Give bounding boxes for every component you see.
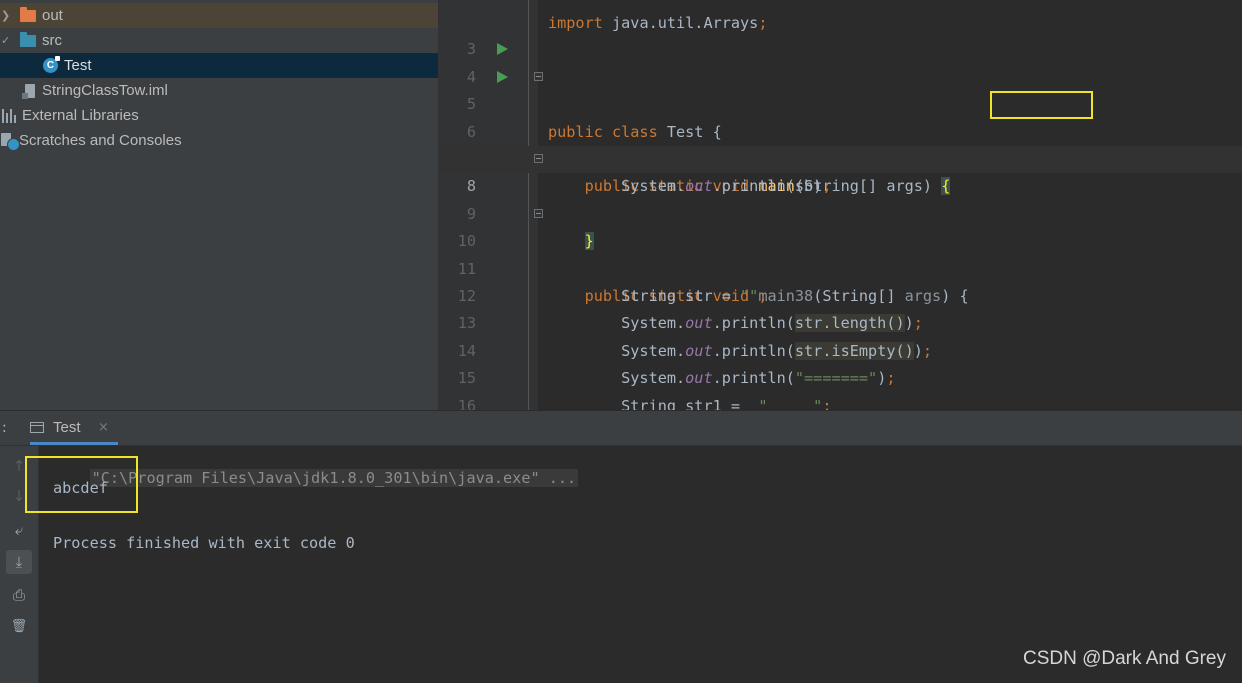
code-line[interactable]: 4 public class Test {	[439, 36, 1242, 141]
code-line[interactable]: 12 System.out.println(str.length());	[439, 256, 1242, 333]
fold-marker-icon[interactable]	[534, 71, 543, 81]
libraries-icon	[2, 108, 16, 123]
folder-orange-icon	[20, 6, 36, 22]
code-line[interactable]: 17 System.out.println(str1.isEmpty());	[439, 393, 1242, 410]
soft-wrap-icon[interactable]: ⤶	[6, 518, 32, 542]
tree-item-external-libraries[interactable]: External Libraries	[0, 103, 438, 128]
tree-item-src[interactable]: ✓ src	[0, 28, 438, 53]
module-file-icon	[22, 83, 35, 99]
folder-source-icon	[20, 31, 36, 47]
run-tool-window-header: : Test ×	[0, 411, 1242, 446]
code-line[interactable]: 14 System.out.println("=======");	[439, 310, 1242, 387]
tree-item-label: StringClassTow.iml	[42, 82, 168, 99]
run-gutter-icon[interactable]	[497, 70, 508, 83]
tree-item-out[interactable]: ❯ out	[0, 3, 438, 28]
run-window-icon	[30, 422, 44, 433]
close-icon[interactable]: ×	[98, 420, 109, 435]
code-line[interactable]: 6 StringBuilder sb = new StringBuilder("…	[439, 91, 1242, 168]
java-class-icon: C	[43, 56, 60, 73]
code-line[interactable]: 3	[439, 9, 1242, 58]
tree-item-scratches[interactable]: Scratches and Consoles	[0, 128, 438, 153]
chevron-right-icon[interactable]: ❯	[1, 9, 10, 22]
code-line-current[interactable]: 8 }	[439, 146, 1242, 251]
code-editor[interactable]: import java.util.Arrays; 3 4 public clas…	[439, 0, 1242, 410]
code-line[interactable]: 7 System.out.println(sb);	[439, 119, 1242, 195]
scroll-to-end-icon[interactable]: ⤓	[6, 550, 32, 574]
annotation-highlight-box	[25, 456, 138, 513]
run-panel-colon: :	[2, 420, 7, 436]
tree-item-label: src	[42, 32, 62, 49]
watermark: CSDN @Dark And Grey	[1022, 648, 1226, 669]
code-line[interactable]: 13 System.out.println(str.isEmpty());	[439, 283, 1242, 360]
chevron-down-icon[interactable]: ✓	[1, 34, 10, 47]
tree-item-label: Test	[64, 57, 92, 74]
code-line[interactable]: 10 public static void main38(String[] ar…	[439, 201, 1242, 305]
console-exit-message: Process finished with exit code 0	[53, 534, 355, 552]
tree-item-label: External Libraries	[22, 107, 139, 124]
tree-item-test[interactable]: C Test	[0, 53, 438, 78]
annotation-highlight-box	[990, 91, 1093, 119]
tab-underline	[30, 442, 118, 445]
code-line[interactable]: 9	[439, 173, 1242, 223]
trash-icon[interactable]: 🗑	[6, 614, 32, 638]
tree-item-label: out	[42, 7, 63, 24]
code-line[interactable]: 15 String str1 = " ";	[439, 338, 1242, 410]
run-gutter-icon[interactable]	[497, 43, 508, 56]
fold-marker-icon[interactable]	[534, 154, 543, 163]
fold-marker-icon[interactable]	[534, 208, 543, 218]
code-line[interactable]: 11 String str = "";	[439, 228, 1242, 305]
code-line[interactable]: 5 public static void main(String[] args)…	[439, 64, 1242, 196]
console-command: "C:\Program Files\Java\jdk1.8.0_301\bin\…	[89, 469, 579, 487]
tree-item-iml[interactable]: StringClassTow.iml	[0, 78, 438, 103]
tab-label: Test	[53, 419, 81, 436]
scratches-icon	[1, 132, 20, 151]
project-tool-window: ❯ out ✓ src C Test StringClassTow.iml Ex…	[0, 0, 439, 410]
tab-run-test[interactable]: Test ×	[30, 411, 118, 445]
print-icon[interactable]: ⎙	[6, 583, 32, 607]
tree-item-label: Scratches and Consoles	[19, 132, 182, 149]
code-line[interactable]: 16 System.out.println(str1.length());	[439, 365, 1242, 410]
